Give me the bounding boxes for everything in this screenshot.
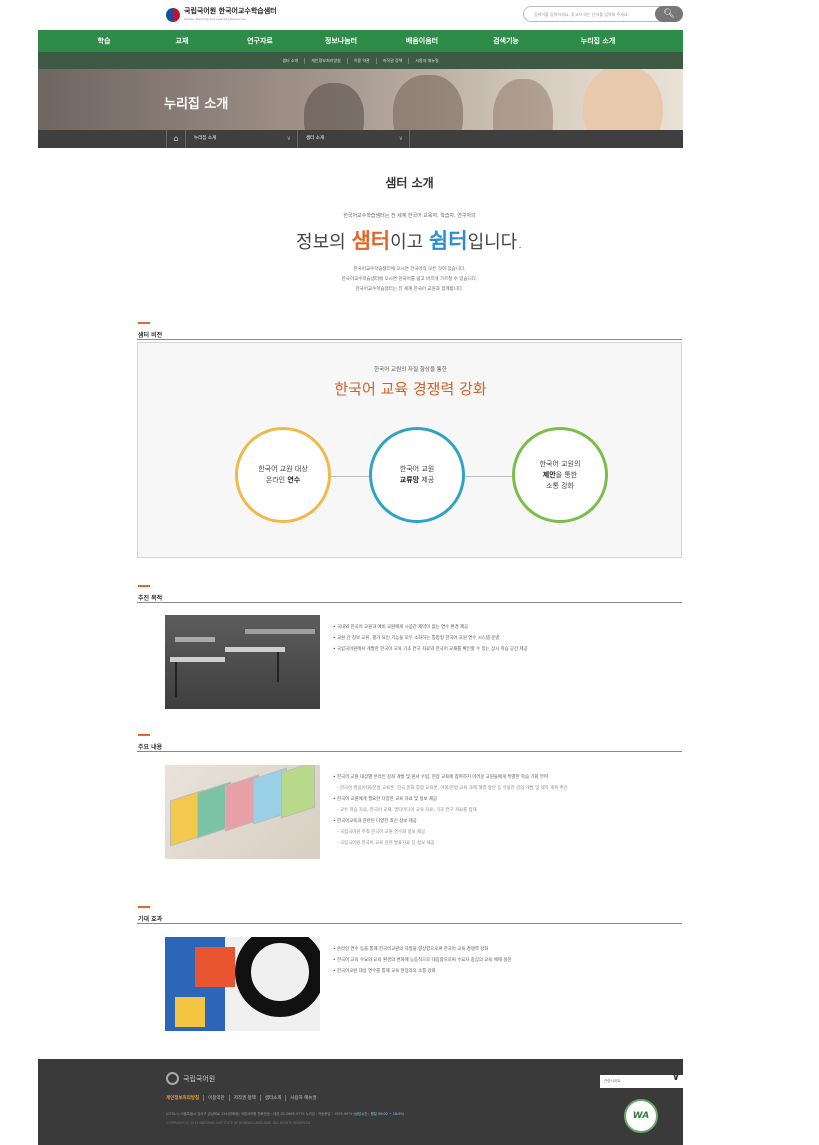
sub-nav: 샘터 소개 개인정보처리방침 이용 약관 저작권 정책 사용자 매뉴얼	[38, 52, 683, 69]
search-placeholder: 검색어를 입력하세요. 찾고자 하는 단어를 입력해 주세요.	[534, 12, 629, 17]
section-heading-effects: 기대 효과	[137, 906, 682, 924]
list-item: 온라인 연수 등을 통해 한국어교원의 자질을 향상함으로써 한국어 교육 경쟁…	[333, 944, 683, 955]
wa-accessibility-badge-icon: WA	[624, 1099, 658, 1133]
list-subitem: 국립국어원 한국어 교육 관련 발표자료 등 정보 제공	[333, 838, 683, 849]
taegeuk-logo-icon	[166, 8, 180, 22]
search-input[interactable]: 검색어를 입력하세요. 찾고자 하는 단어를 입력해 주세요. 🔍︎	[523, 6, 683, 22]
nav-info-share[interactable]: 정보나눔터	[302, 30, 380, 52]
nav-site-intro[interactable]: 누리집 소개	[548, 30, 648, 52]
site-logo[interactable]: 국립국어원 한국어교수학습샘터 Korean Teaching and Lear…	[166, 7, 277, 23]
vision-circle-network: 한국어 교원 교류망 제공	[369, 427, 465, 523]
classroom-image	[165, 615, 320, 709]
logo-subtext: Korean Teaching and Learning Resources	[184, 17, 246, 21]
list-item: 한국어교원 대상 연수를 통해 교육 현장과의 소통 강화	[333, 966, 683, 977]
home-icon[interactable]: ⌂	[166, 130, 186, 148]
page: 국립국어원 한국어교수학습샘터 Korean Teaching and Lear…	[0, 0, 819, 1145]
footer-link-intro[interactable]: 샘터소개	[261, 1095, 287, 1101]
breadcrumb-center-intro[interactable]: 샘터 소개 ∨	[298, 130, 410, 148]
abstract-image	[165, 937, 320, 1031]
section-heading-contents: 주요 내용	[137, 734, 682, 752]
list-item: 국립국어원에서 개발한 한국어 교육 기초 연구 자료와 한국어 교재를 확인할…	[333, 644, 683, 655]
list-subitem: 교수 학습 자료, 한국어 교재, 멀티미디어 교육 자료, 기초 연구 자료를…	[333, 805, 683, 816]
nav-learning-link[interactable]: 배움이음터	[380, 30, 464, 52]
chevron-down-icon: ∨	[671, 1072, 680, 1083]
vision-box: 한국어 교원의 자질 향상을 통한 한국어 교육 경쟁력 강화 한국어 교원 대…	[137, 342, 682, 558]
section-heading-vision: 샘터 비전	[137, 322, 682, 340]
footer-address: (07511) 서울특별시 강서구 금낭화로 154(방화동) 국립국어원 전화…	[166, 1112, 404, 1116]
list-item: 교원 간 정보 교류, 평가 요인 기능을 모두 소화하는 통합형 한국어 교원…	[333, 633, 683, 644]
search-icon: 🔍︎	[663, 9, 675, 19]
global-nav: 학습 교재 연구자료 정보나눔터 배움이음터 검색기능 누리집 소개	[38, 30, 683, 52]
intro-headline: 정보의 샘터이고 쉼터입니다.	[296, 229, 523, 253]
subnav-privacy[interactable]: 개인정보처리방침	[305, 57, 348, 64]
footer: 국립국어원 개인정보처리방침 이용약관 저작권 정책 샘터소개 사용자 매뉴얼 …	[38, 1059, 684, 1145]
page-title: 샘터 소개	[385, 176, 434, 190]
subnav-center-intro[interactable]: 샘터 소개	[276, 57, 306, 64]
contents-list: 한국어 교원 대상별 온라인 강좌 개발 및 원서 수업, 현장 교육에 참여하…	[333, 772, 683, 849]
list-item: 한국어 교육 수요와 교육 환경의 변화에 능동적으로 대응함으로써 수요자 중…	[333, 955, 683, 966]
vision-circle-training: 한국어 교원 대상 온라인 연수	[235, 427, 331, 523]
list-item: 한국어교육과 관련된 다양한 최신 정보 제공	[333, 816, 683, 827]
footer-logo: 국립국어원	[166, 1072, 215, 1085]
footer-links: 개인정보처리방침 이용약관 저작권 정책 샘터소개 사용자 매뉴얼	[166, 1095, 321, 1101]
list-item: 한국어 교원 대상별 온라인 강좌 개발 및 원서 수업, 현장 교육에 참여하…	[333, 772, 683, 783]
section-heading-purpose: 추진 목적	[137, 585, 682, 603]
search-button[interactable]: 🔍︎	[655, 6, 683, 22]
intro-line: 한국어교수학습샘터는 전 세계 한국어 교육자, 학습자, 연구자의	[343, 213, 476, 219]
footer-link-privacy[interactable]: 개인정보처리방침	[166, 1095, 205, 1101]
footer-link-manual[interactable]: 사용자 매뉴얼	[286, 1095, 320, 1101]
logo-text: 국립국어원 한국어교수학습샘터	[184, 7, 277, 15]
chevron-down-icon: ∨	[286, 135, 291, 142]
list-item: 국내외 한국어 교원과 예비 교원에게 시공간 제약이 없는 연수 환경 제공	[333, 622, 683, 633]
list-subitem: 국립국어원 주최 한국어 교원 연수회 정보 제공	[333, 827, 683, 838]
related-site-select[interactable]: 관련사이트 ∨	[600, 1072, 684, 1088]
intro-paragraph: 한국어교수학습샘터에 오시면 한국어의 모든 것이 있습니다. 한국어교수학습샘…	[341, 267, 478, 292]
vision-circle-communication: 한국어 교원의 제안을 통한 소통 강화	[512, 427, 608, 523]
hero-title: 누리집 소개	[164, 97, 229, 112]
footer-copyright: COPYRIGHT(C) 2019 NATIONAL INSTITUTE OF …	[166, 1121, 312, 1125]
nav-learning[interactable]: 학습	[38, 30, 146, 52]
list-item: 한국어 교원에게 필요한 다양한 교육 자료 및 정보 제공	[333, 794, 683, 805]
breadcrumb: ⌂ 누리집 소개 ∨ 샘터 소개 ∨	[38, 130, 683, 148]
nav-research[interactable]: 연구자료	[218, 30, 302, 52]
effects-list: 온라인 연수 등을 통해 한국어교원의 자질을 향상함으로써 한국어 교육 경쟁…	[333, 944, 683, 977]
chevron-down-icon: ∨	[398, 135, 403, 142]
footer-link-copyright[interactable]: 저작권 정책	[230, 1095, 261, 1101]
vision-title: 한국어 교육 경쟁력 강화	[334, 380, 487, 398]
textbooks-image	[165, 765, 320, 859]
vision-subtitle: 한국어 교원의 자질 향상을 통한	[374, 367, 447, 373]
hero-banner: 누리집 소개	[38, 69, 683, 130]
taegeuk-logo-icon	[166, 1072, 179, 1085]
breadcrumb-site-intro[interactable]: 누리집 소개 ∨	[186, 130, 298, 148]
subnav-manual[interactable]: 사용자 매뉴얼	[409, 58, 444, 64]
header: 국립국어원 한국어교수학습샘터 Korean Teaching and Lear…	[0, 0, 819, 30]
subnav-copyright[interactable]: 저작권 정책	[377, 57, 410, 64]
footer-link-terms[interactable]: 이용약관	[204, 1095, 230, 1101]
nav-textbook[interactable]: 교재	[146, 30, 218, 52]
subnav-terms[interactable]: 이용 약관	[348, 57, 377, 64]
list-subitem: 한국어 발음/어휘/문법 교육론, 한국 문화 통합 교육론, 어휘/문법 교육…	[333, 783, 683, 794]
purpose-list: 국내외 한국어 교원과 예비 교원에게 시공간 제약이 없는 연수 환경 제공 …	[333, 622, 683, 655]
nav-search-feature[interactable]: 검색기능	[464, 30, 548, 52]
